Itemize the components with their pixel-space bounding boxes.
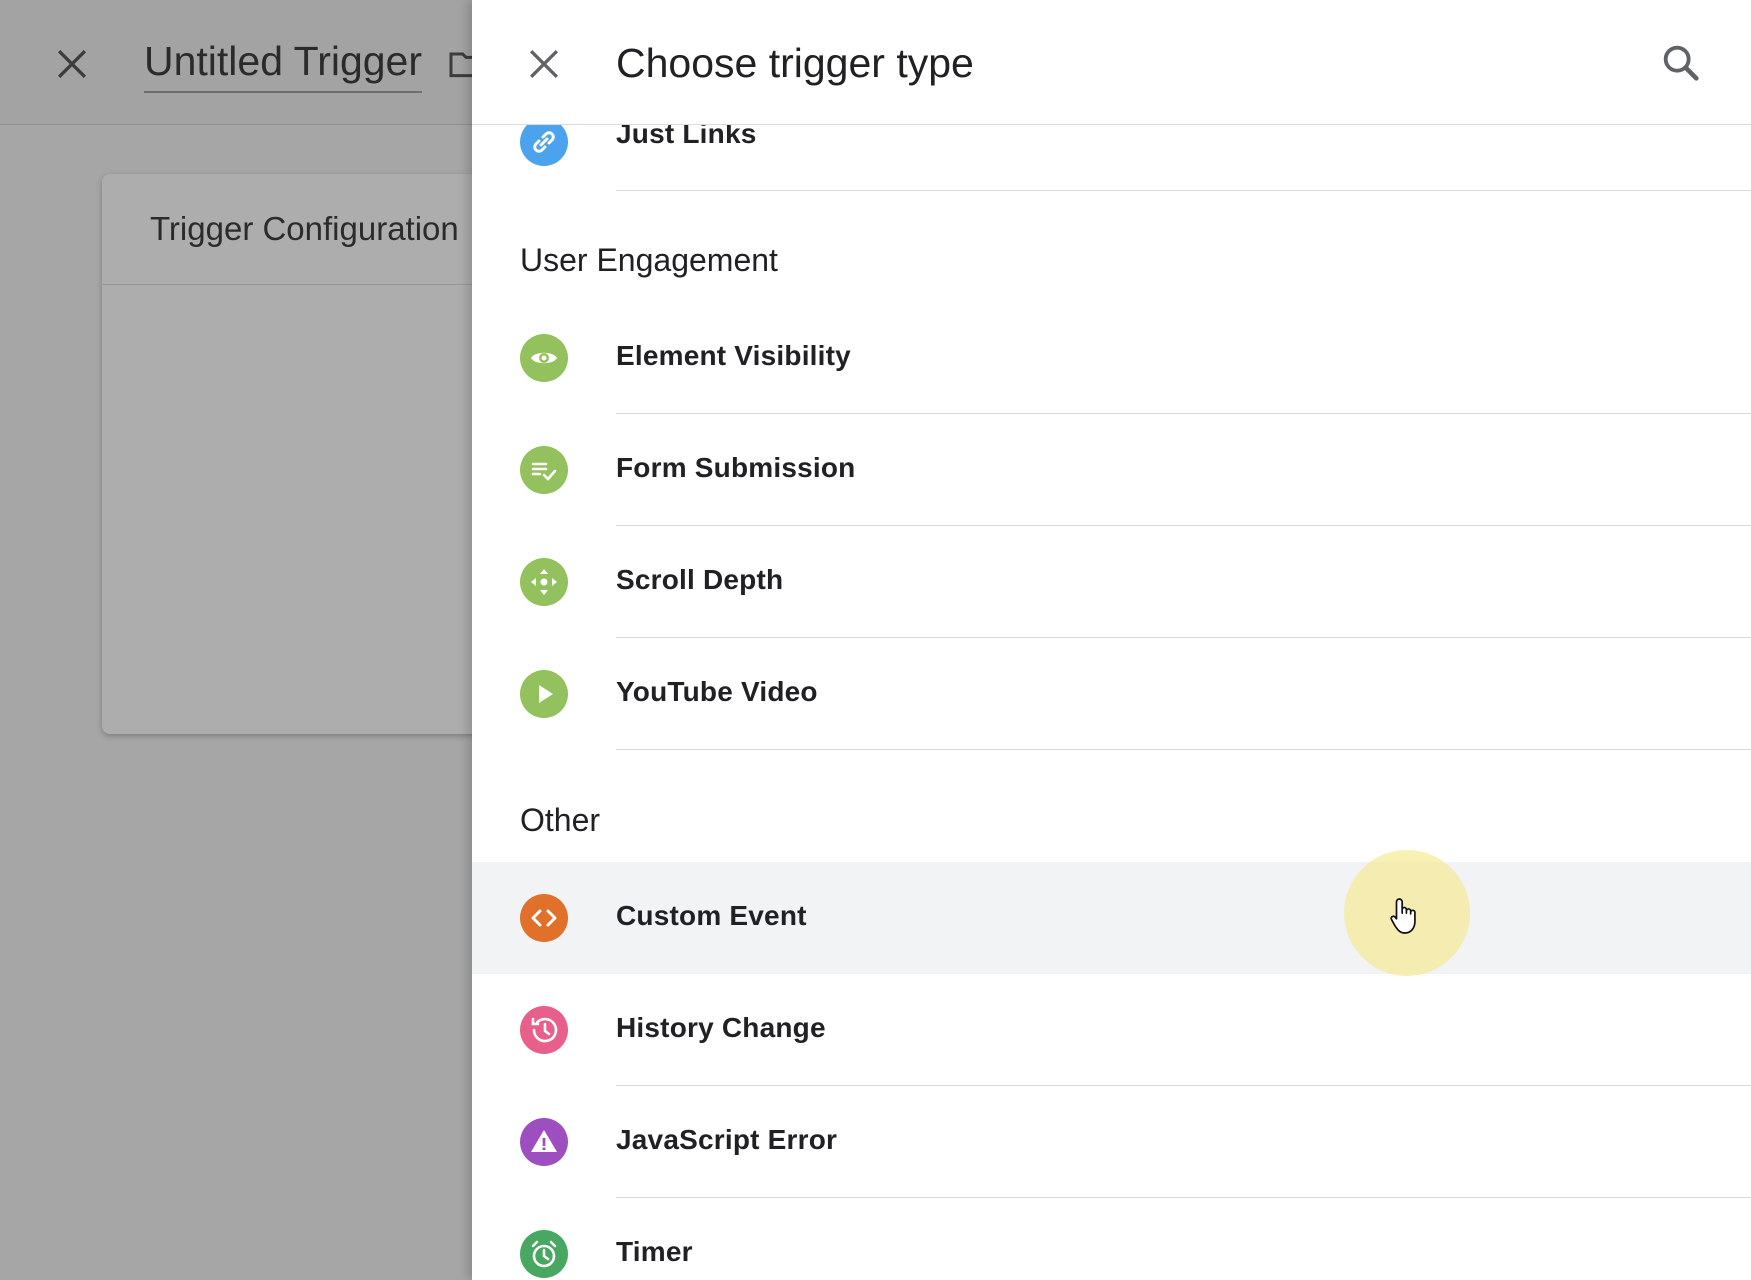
search-icon[interactable]: [1658, 40, 1704, 86]
trigger-item-label: History Change: [616, 1012, 826, 1043]
divider: [616, 749, 1751, 750]
trigger-name-field[interactable]: Untitled Trigger: [144, 38, 423, 93]
link-icon: [520, 118, 568, 166]
trigger-item-javascript-error[interactable]: JavaScript Error: [472, 1086, 1751, 1198]
history-icon: [520, 1006, 568, 1054]
divider: [616, 190, 1751, 191]
trigger-item-label: Custom Event: [616, 900, 807, 931]
trigger-item-label: Timer: [616, 1236, 693, 1267]
card-title: Trigger Configuration: [150, 210, 459, 247]
trigger-item-scroll-depth[interactable]: Scroll Depth: [472, 526, 1751, 638]
warning-icon: [520, 1118, 568, 1166]
trigger-item-label: Element Visibility: [616, 340, 851, 371]
hand-cursor-icon: [1390, 898, 1416, 934]
trigger-item-youtube-video[interactable]: YouTube Video: [472, 638, 1751, 750]
trigger-configuration-card: Trigger Configuration: [102, 174, 522, 734]
trigger-item-label: YouTube Video: [616, 676, 818, 707]
form-check-icon: [520, 446, 568, 494]
close-icon[interactable]: [50, 42, 94, 86]
trigger-item-history-change[interactable]: History Change: [472, 974, 1751, 1086]
code-icon: [520, 894, 568, 942]
trigger-type-panel: Just Links User Engagement Element Visib…: [472, 0, 1751, 1280]
section-title-other: Other: [520, 802, 601, 838]
trigger-item-element-visibility[interactable]: Element Visibility: [472, 302, 1751, 414]
eye-icon: [520, 334, 568, 382]
trigger-item-timer[interactable]: Timer: [472, 1198, 1751, 1280]
play-icon: [520, 670, 568, 718]
trigger-item-form-submission[interactable]: Form Submission: [472, 414, 1751, 526]
trigger-item-label: Form Submission: [616, 452, 856, 483]
scroll-arrows-icon: [520, 558, 568, 606]
panel-title: Choose trigger type: [616, 40, 974, 86]
trigger-type-list: Just Links User Engagement Element Visib…: [472, 0, 1751, 1280]
trigger-item-label: Scroll Depth: [616, 564, 784, 595]
section-title-user-engagement: User Engagement: [520, 242, 778, 278]
close-icon[interactable]: [522, 42, 566, 86]
trigger-item-custom-event[interactable]: Custom Event: [472, 862, 1751, 974]
alarm-icon: [520, 1230, 568, 1278]
trigger-item-label: JavaScript Error: [616, 1124, 838, 1155]
panel-header: Choose trigger type: [472, 0, 1751, 125]
